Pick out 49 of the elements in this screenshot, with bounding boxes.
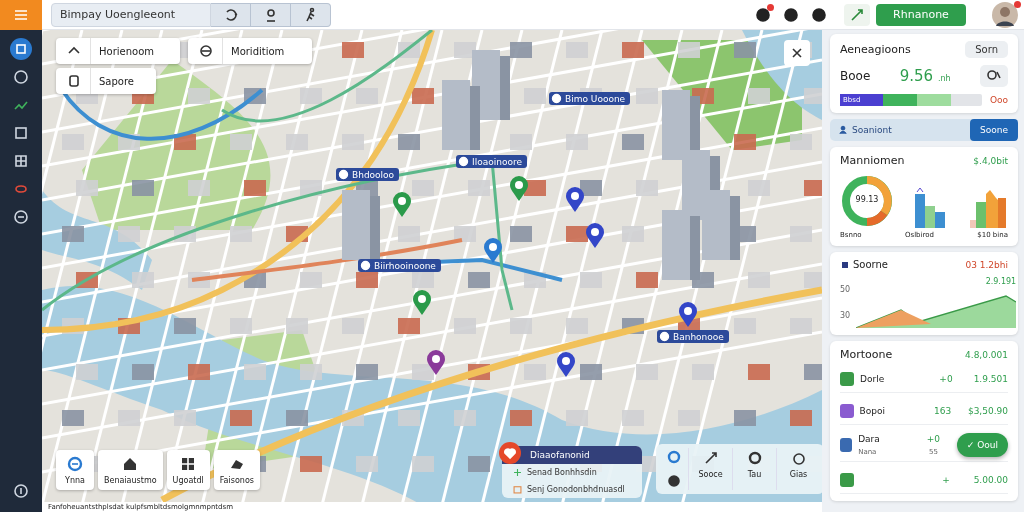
mode-button[interactable]: Sooce xyxy=(688,448,732,490)
route-detail: Senj Gonodonbhdnuasdl xyxy=(527,485,625,494)
mode-button[interactable]: Tau xyxy=(732,448,776,490)
map-label[interactable]: Bhdooloo xyxy=(336,168,400,181)
item-name: Dorle xyxy=(860,373,886,384)
card-value: $.4,0bit xyxy=(973,155,1008,166)
list-row[interactable]: Dorle +0 1.9.501 xyxy=(840,365,1008,393)
donut-value: 99.13 xyxy=(854,195,880,204)
map-control[interactable]: Sapore xyxy=(56,68,156,94)
map-label[interactable]: Bimo Uooone xyxy=(549,92,631,105)
quick-button[interactable]: Faisonos xyxy=(213,450,260,490)
item-value: $3,50.90 xyxy=(967,406,1008,416)
item-change: +0 xyxy=(939,373,953,384)
search-field[interactable]: Bimpay Uoengleeont xyxy=(51,2,211,27)
mode-button[interactable]: Gias xyxy=(776,448,820,490)
quick-button[interactable]: Ynna xyxy=(56,450,94,490)
progress-note: Ooo xyxy=(989,95,1008,105)
route-detail: Senad Bonhhsdin xyxy=(527,468,597,477)
item-change: + xyxy=(942,474,950,485)
item-change: 163 xyxy=(934,405,952,416)
item-name: Dara xyxy=(858,434,881,444)
card-title: Manniomen xyxy=(840,154,905,167)
map-label[interactable]: Iloaoinoore xyxy=(456,155,527,168)
item-value: 5.00.00 xyxy=(973,475,1008,485)
route-title: Diaaofanonid xyxy=(530,450,590,460)
map-control[interactable]: Horienoom xyxy=(56,38,180,64)
summary-label: Booe xyxy=(840,69,871,83)
axis-label: 30 xyxy=(840,310,851,320)
trend-value: 2.9.191 xyxy=(985,277,1017,286)
item-change: +0 xyxy=(926,434,941,444)
axis-label: 50 xyxy=(840,285,851,295)
item-value: 1.9.501 xyxy=(973,374,1008,384)
banner-button[interactable]: Soone xyxy=(970,119,1018,141)
summary-value: 9.56 .nh xyxy=(899,67,951,85)
card-title: Soorne xyxy=(853,259,888,270)
card-value: 03 1.2bhi xyxy=(965,259,1008,270)
card-value: 4.8,0.001 xyxy=(965,349,1008,360)
card-title: Aeneagioons xyxy=(840,43,911,56)
list-row[interactable]: + 5.00.00 xyxy=(840,466,1008,494)
map-label[interactable]: Banhonooe xyxy=(657,330,729,343)
banner-text: Soaniont xyxy=(852,125,892,135)
card-button[interactable]: Sorn xyxy=(965,41,1008,58)
item-name: Bopoi xyxy=(859,405,886,416)
quick-button[interactable]: Benaiaustmo xyxy=(98,450,163,490)
map-label[interactable]: Biirhooinoone xyxy=(358,259,441,272)
quick-button[interactable]: Ugoatdl xyxy=(166,450,210,490)
card-title: Mortoone xyxy=(840,348,893,361)
list-row[interactable]: Bopoi 163 $3,50.90 xyxy=(840,397,1008,425)
map-control[interactable]: Moriditiom xyxy=(188,38,312,64)
